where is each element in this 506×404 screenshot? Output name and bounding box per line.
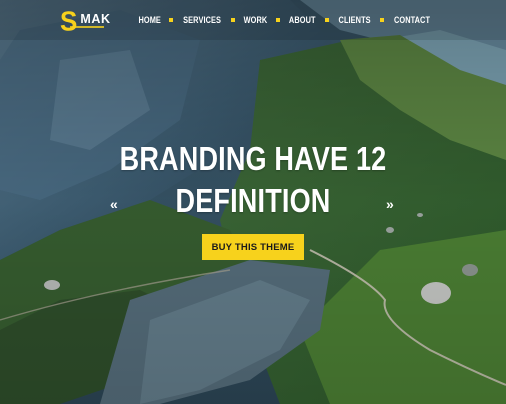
nav-separator xyxy=(231,18,236,22)
nav-item-home[interactable]: HOME xyxy=(137,14,163,26)
brand-logo[interactable]: S MAK xyxy=(60,5,120,37)
nav-separator xyxy=(324,18,329,22)
nav-separator xyxy=(169,18,174,22)
nav-separator xyxy=(379,18,384,22)
nav-item-work[interactable]: WORK xyxy=(242,14,269,26)
header-bar: S MAK HOME SERVICES WORK ABOUT CLIENTS C… xyxy=(0,0,506,40)
chevron-double-left-icon[interactable]: « xyxy=(110,196,118,212)
nav-item-contact[interactable]: CONTACT xyxy=(392,14,431,26)
nav-item-clients[interactable]: CLIENTS xyxy=(337,14,372,26)
nav-item-services[interactable]: SERVICES xyxy=(182,14,223,26)
buy-theme-button[interactable]: BUY THIS THEME xyxy=(202,234,304,260)
nav-separator xyxy=(276,18,281,22)
hero-title-line-1: BRANDING HAVE 12 xyxy=(119,140,387,177)
hero-title: BRANDING HAVE 12 DEFINITION xyxy=(46,138,461,222)
chevron-double-right-icon[interactable]: » xyxy=(386,196,394,212)
nav-item-about[interactable]: ABOUT xyxy=(288,14,318,26)
logo-wordmark: MAK xyxy=(80,12,111,26)
logo-underline xyxy=(70,26,104,28)
logo-s-mark: S xyxy=(60,5,78,37)
hero-title-line-2: DEFINITION xyxy=(175,182,331,219)
main-navigation: HOME SERVICES WORK ABOUT CLIENTS CONTACT xyxy=(134,14,436,26)
